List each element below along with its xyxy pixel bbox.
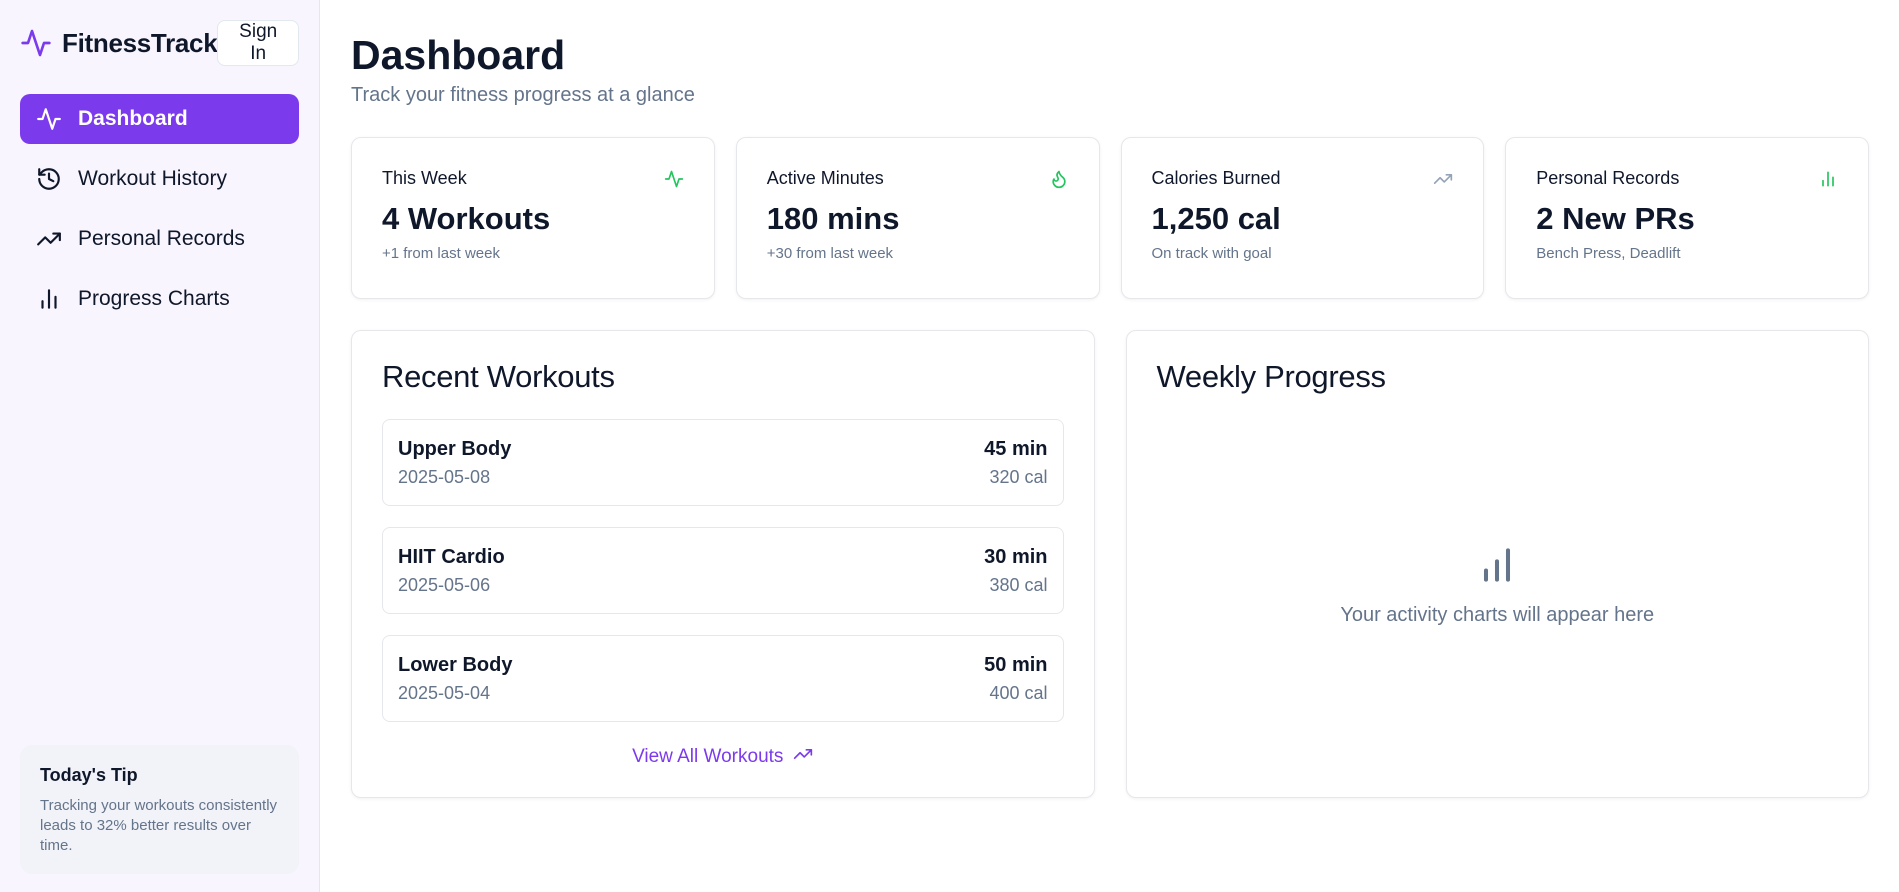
workout-calories: 320 cal (989, 466, 1048, 487)
chart-placeholder: Your activity charts will appear here (1157, 395, 1839, 735)
page-title: Dashboard (351, 32, 566, 78)
stat-label: Active Minutes (766, 168, 884, 188)
workout-name: Lower Body (398, 653, 513, 676)
brand-name: FitnessTrack (62, 27, 218, 58)
sidebar-item-workout-history[interactable]: Workout History (20, 154, 299, 204)
workout-date: 2025-05-06 (398, 574, 491, 595)
sign-in-button[interactable]: Sign In (217, 20, 299, 66)
stat-sub: Bench Press, Deadlift (1536, 245, 1681, 262)
stats-row: This Week 4 Workouts +1 from last week A… (351, 137, 1869, 299)
list-item[interactable]: Upper Body 2025-05-08 45 min 320 cal (382, 419, 1064, 506)
sidebar-item-label: Dashboard (78, 107, 188, 130)
panels-row: Recent Workouts Upper Body 2025-05-08 45… (351, 330, 1869, 798)
panel-title: Recent Workouts (382, 359, 615, 394)
sidebar-item-label: Personal Records (78, 227, 245, 250)
activity-icon (20, 27, 52, 59)
flame-icon (1049, 169, 1069, 189)
stat-value: 4 Workouts (382, 201, 551, 236)
stat-card-active-minutes: Active Minutes 180 mins +30 from last we… (735, 137, 1100, 299)
tip-title: Today's Tip (40, 765, 138, 785)
workout-duration: 45 min (984, 437, 1048, 460)
workout-duration: 30 min (984, 545, 1048, 568)
trending-up-icon (1433, 169, 1453, 189)
stat-label: Personal Records (1536, 168, 1680, 188)
workout-name: Upper Body (398, 437, 512, 460)
sidebar: FitnessTrack Sign In Dashboard Workout H… (0, 0, 320, 892)
list-item[interactable]: Lower Body 2025-05-04 50 min 400 cal (382, 635, 1064, 722)
workout-duration: 50 min (984, 653, 1048, 676)
stat-sub: +1 from last week (382, 245, 500, 262)
workout-list: Upper Body 2025-05-08 45 min 320 cal HII… (382, 419, 1064, 722)
workout-name: HIIT Cardio (398, 545, 505, 568)
brand[interactable]: FitnessTrack (20, 27, 218, 59)
recent-workouts-panel: Recent Workouts Upper Body 2025-05-08 45… (351, 330, 1095, 798)
sidebar-nav: Dashboard Workout History Personal Recor… (20, 94, 299, 324)
workout-calories: 400 cal (989, 682, 1048, 703)
stat-label: This Week (382, 168, 467, 188)
chart-empty-text: Your activity charts will appear here (1340, 604, 1655, 626)
main-content: Dashboard Track your fitness progress at… (320, 0, 1899, 892)
bar-chart-icon (36, 286, 62, 312)
stat-card-this-week: This Week 4 Workouts +1 from last week (351, 137, 715, 299)
stat-label: Calories Burned (1151, 168, 1281, 188)
stat-sub: On track with goal (1151, 245, 1272, 262)
activity-icon (664, 169, 684, 189)
activity-icon (36, 106, 62, 132)
stat-value: 1,250 cal (1151, 201, 1281, 236)
view-all-label: View All Workouts (632, 746, 784, 767)
brand-row: FitnessTrack Sign In (20, 20, 299, 66)
sidebar-item-personal-records[interactable]: Personal Records (20, 214, 299, 264)
stat-value: 2 New PRs (1536, 201, 1695, 236)
sidebar-item-label: Progress Charts (78, 287, 230, 310)
trending-up-icon (36, 226, 62, 252)
stat-value: 180 mins (766, 201, 900, 236)
stat-card-personal-records: Personal Records 2 New PRs Bench Press, … (1505, 137, 1869, 299)
page-subtitle: Track your fitness progress at a glance (351, 84, 695, 106)
workout-date: 2025-05-08 (398, 466, 491, 487)
weekly-progress-panel: Weekly Progress Your activity charts wil… (1125, 330, 1869, 798)
tip-body: Tracking your workouts consistently lead… (40, 797, 278, 854)
history-icon (36, 166, 62, 192)
sidebar-item-dashboard[interactable]: Dashboard (20, 94, 299, 144)
panel-title: Weekly Progress (1156, 359, 1387, 394)
bar-chart-icon (1818, 169, 1838, 189)
stat-sub: +30 from last week (766, 245, 894, 262)
tip-card: Today's Tip Tracking your workouts consi… (20, 745, 299, 874)
trending-up-icon (793, 744, 813, 770)
workout-date: 2025-05-04 (398, 682, 491, 703)
list-item[interactable]: HIIT Cardio 2025-05-06 30 min 380 cal (382, 527, 1064, 614)
sidebar-item-label: Workout History (78, 167, 227, 190)
bar-chart-icon (1475, 543, 1519, 592)
workout-calories: 380 cal (989, 574, 1048, 595)
sidebar-item-progress-charts[interactable]: Progress Charts (20, 274, 299, 324)
view-all-workouts-link[interactable]: View All Workouts (382, 744, 1064, 770)
stat-card-calories-burned: Calories Burned 1,250 cal On track with … (1120, 137, 1485, 299)
